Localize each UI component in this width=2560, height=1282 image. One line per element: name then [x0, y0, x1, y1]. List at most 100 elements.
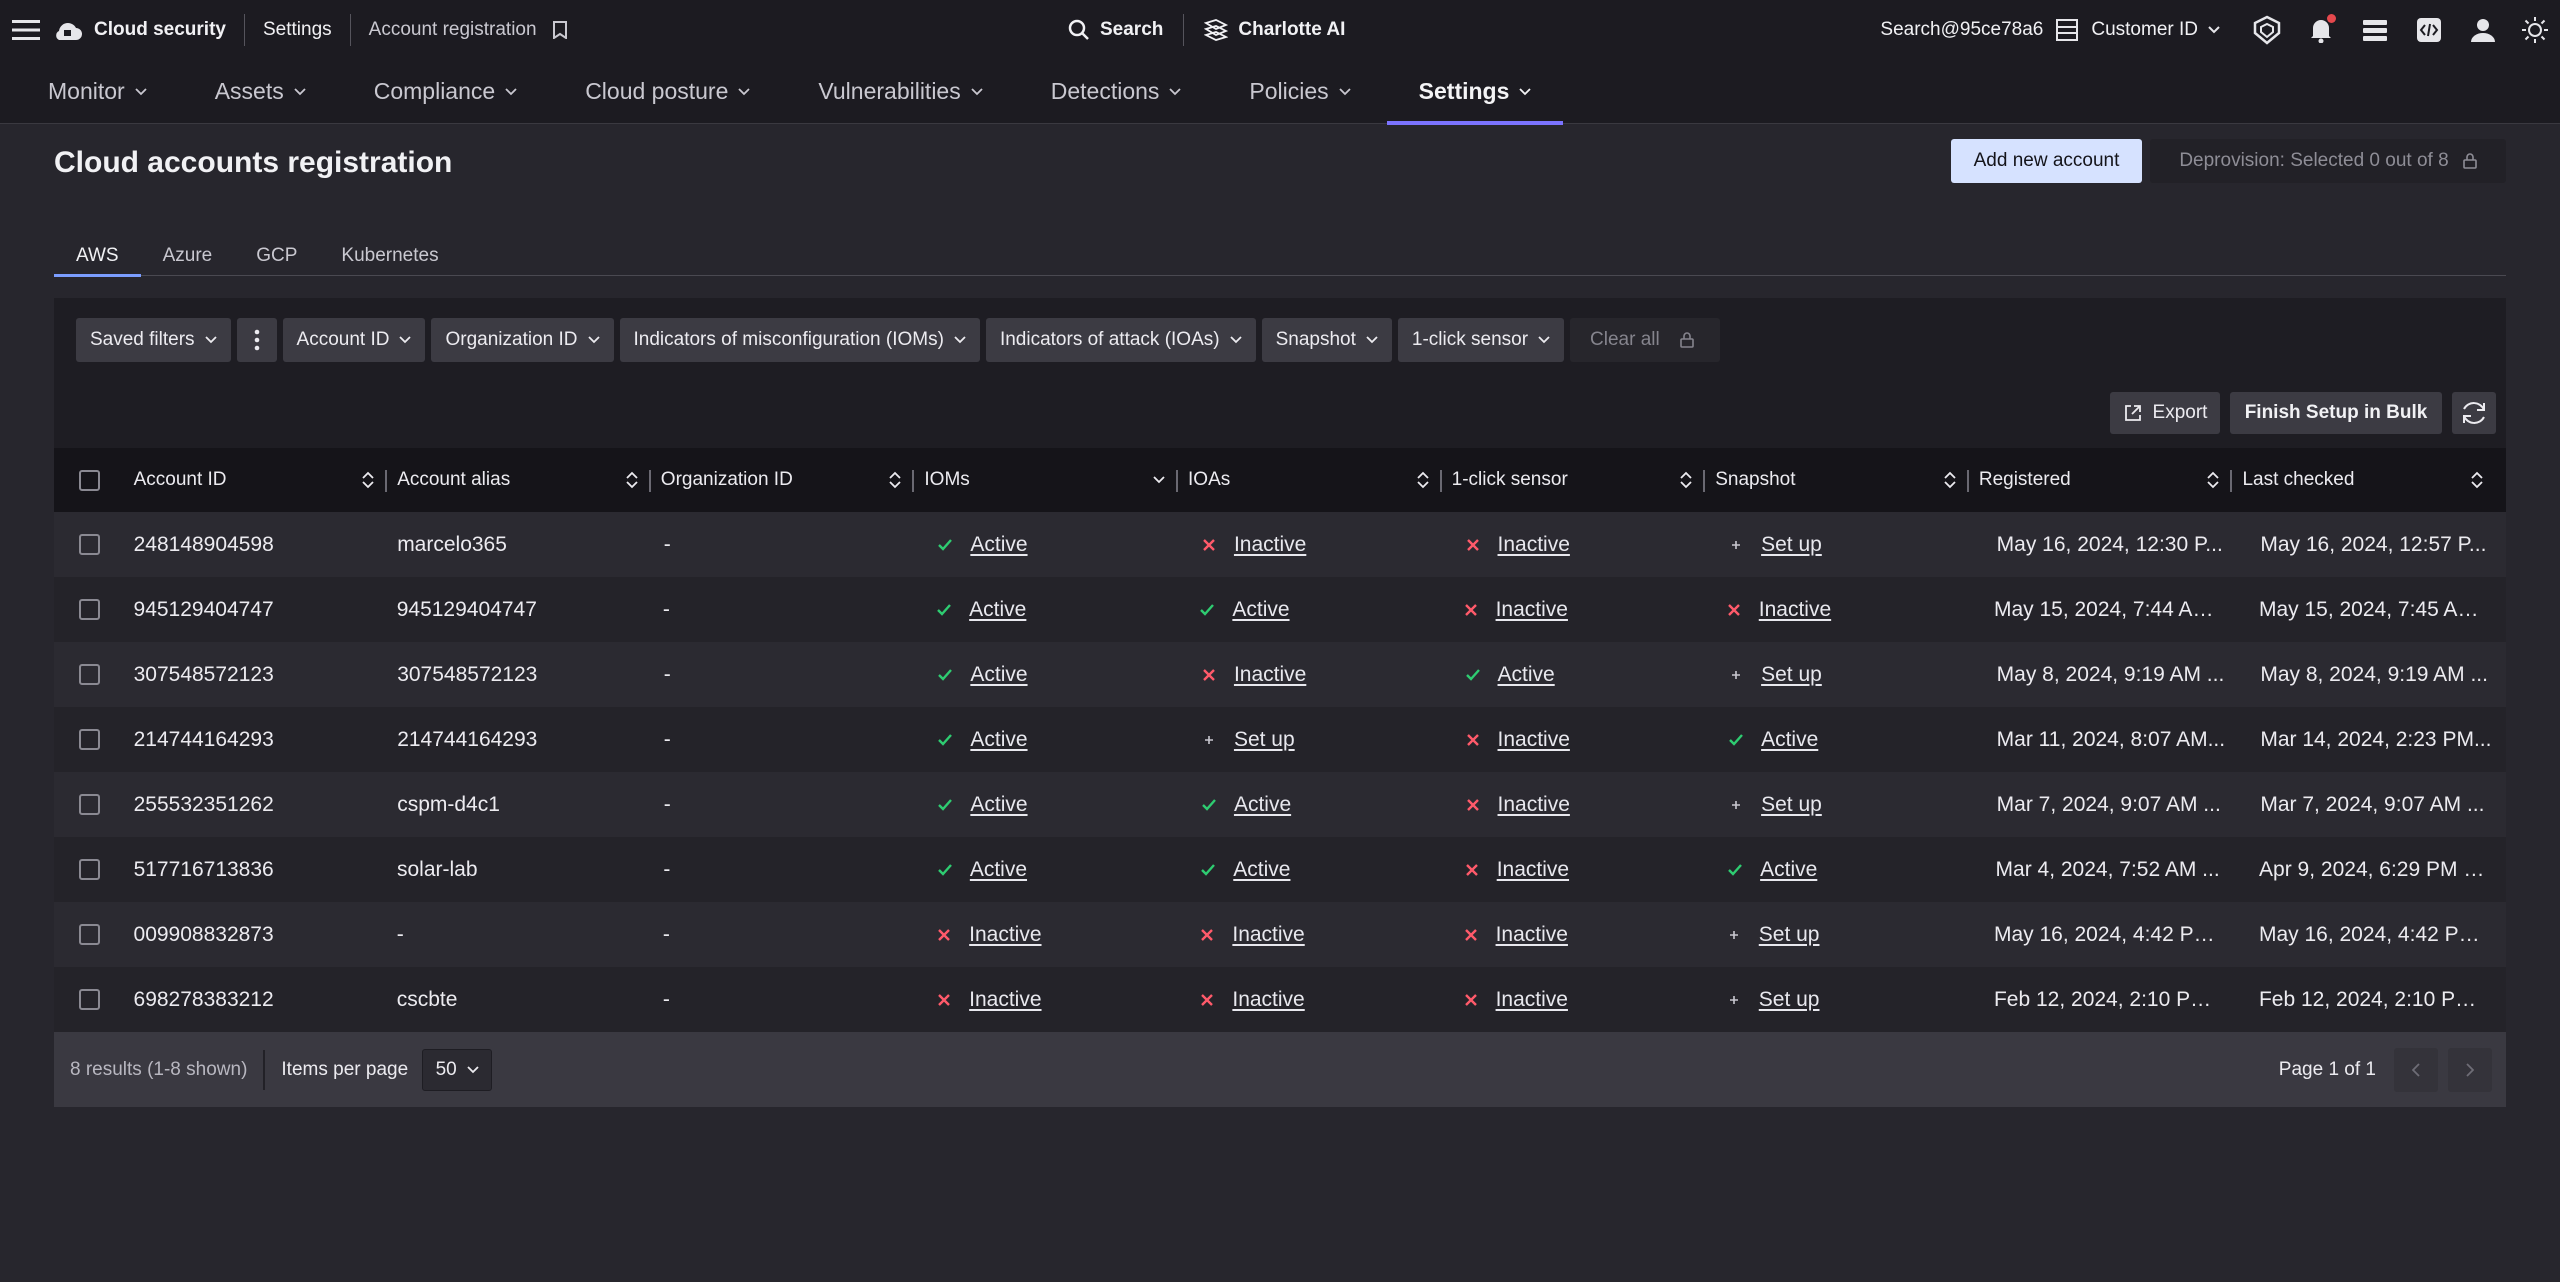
status-link-sensor[interactable]: Inactive: [1496, 923, 1568, 947]
table-row[interactable]: 698278383212 cscbte - Inactive Inactive Inact…: [54, 967, 2506, 1032]
column-header-snapshot[interactable]: Snapshot: [1703, 448, 1979, 512]
column-header-ioms[interactable]: IOMs: [912, 448, 1188, 512]
status-link-sensor[interactable]: Inactive: [1497, 858, 1569, 882]
tab-kubernetes[interactable]: Kubernetes: [319, 236, 460, 276]
column-header-1-click-sensor[interactable]: 1-click sensor: [1439, 448, 1716, 512]
filter-snapshot[interactable]: Snapshot: [1261, 318, 1392, 362]
nav-settings[interactable]: Settings: [1386, 60, 1564, 125]
nav-monitor[interactable]: Monitor: [48, 60, 179, 124]
column-divider[interactable]: [385, 470, 388, 492]
column-header-last-checked[interactable]: Last checked: [2230, 448, 2506, 512]
sort-icon[interactable]: [888, 470, 902, 490]
tab-azure[interactable]: Azure: [141, 236, 235, 276]
column-divider[interactable]: [648, 470, 651, 492]
row-checkbox[interactable]: [79, 794, 101, 815]
column-header-organization-id[interactable]: Organization ID: [648, 448, 925, 512]
charlotte-ai-button[interactable]: Charlotte AI: [1204, 19, 1345, 41]
sort-icon[interactable]: [2206, 470, 2220, 490]
status-link-sensor[interactable]: Inactive: [1498, 533, 1570, 557]
nav-policies[interactable]: Policies: [1249, 60, 1382, 124]
status-link-snapshot[interactable]: Set up: [1761, 663, 1822, 687]
status-link-ioms[interactable]: Active: [970, 728, 1027, 752]
filter-ioms[interactable]: Indicators of misconfiguration (IOMs): [619, 318, 980, 362]
prev-page-button[interactable]: [2394, 1047, 2438, 1092]
more-options-button[interactable]: [236, 318, 277, 362]
row-checkbox[interactable]: [79, 534, 101, 555]
nav-vulnerabilities[interactable]: Vulnerabilities: [818, 60, 1014, 124]
add-new-account-button[interactable]: Add new account: [1951, 139, 2142, 183]
deprovision-button[interactable]: Deprovision: Selected 0 out of 8: [2150, 139, 2506, 183]
status-link-snapshot[interactable]: Active: [1760, 858, 1817, 882]
status-link-ioms[interactable]: Active: [970, 533, 1027, 557]
table-row[interactable]: 307548572123 307548572123 - Active Inactive A…: [54, 642, 2506, 707]
row-checkbox[interactable]: [79, 924, 101, 945]
export-button[interactable]: Export: [2110, 392, 2220, 434]
theme-sun-icon[interactable]: [2510, 16, 2560, 44]
nav-assets[interactable]: Assets: [215, 60, 338, 124]
status-link-ioas[interactable]: Inactive: [1232, 988, 1304, 1012]
sort-icon[interactable]: [625, 470, 639, 490]
tab-gcp[interactable]: GCP: [234, 236, 319, 276]
status-link-snapshot[interactable]: Set up: [1759, 923, 1820, 947]
status-link-ioas[interactable]: Inactive: [1234, 533, 1306, 557]
status-link-snapshot[interactable]: Inactive: [1759, 598, 1831, 622]
filter-1-click-sensor[interactable]: 1-click sensor: [1397, 318, 1565, 362]
column-divider[interactable]: [1176, 470, 1179, 492]
nav-detections[interactable]: Detections: [1051, 60, 1214, 124]
chevron-down-icon[interactable]: [1152, 475, 1166, 485]
filter-ioas[interactable]: Indicators of attack (IOAs): [985, 318, 1256, 362]
bell-icon[interactable]: [2294, 14, 2348, 43]
status-link-ioms[interactable]: Active: [970, 858, 1027, 882]
refresh-button[interactable]: [2452, 392, 2496, 434]
table-row[interactable]: 255532351262 cspm-d4c1 - Active Active Inacti…: [54, 772, 2506, 837]
tab-aws[interactable]: AWS: [54, 236, 141, 277]
status-link-ioas[interactable]: Active: [1234, 793, 1291, 817]
status-link-snapshot[interactable]: Set up: [1761, 793, 1822, 817]
sort-icon[interactable]: [361, 470, 375, 490]
status-link-ioms[interactable]: Active: [970, 793, 1027, 817]
column-header-registered[interactable]: Registered: [1966, 448, 2243, 512]
breadcrumb-settings[interactable]: Settings: [245, 14, 351, 46]
filter-organization-id[interactable]: Organization ID: [431, 318, 614, 362]
status-link-ioms[interactable]: Inactive: [969, 923, 1041, 947]
table-row[interactable]: 248148904598 marcelo365 - Active Inactive Ina…: [54, 512, 2506, 577]
row-checkbox[interactable]: [79, 859, 101, 880]
nav-compliance[interactable]: Compliance: [374, 60, 549, 124]
table-row[interactable]: 009908832873 - - Inactive Inactive Inactive Se…: [54, 902, 2506, 967]
table-row[interactable]: 517716713836 solar-lab - Active Active Inacti…: [54, 837, 2506, 902]
row-checkbox[interactable]: [79, 989, 101, 1010]
row-checkbox[interactable]: [79, 664, 101, 685]
row-checkbox[interactable]: [79, 729, 101, 750]
status-link-sensor[interactable]: Inactive: [1496, 598, 1568, 622]
status-link-ioas[interactable]: Inactive: [1232, 923, 1304, 947]
app-brand[interactable]: Cloud security: [52, 14, 245, 46]
sort-icon[interactable]: [2470, 470, 2484, 490]
finish-setup-bulk-button[interactable]: Finish Setup in Bulk: [2230, 392, 2442, 434]
sort-icon[interactable]: [1679, 470, 1693, 490]
clear-all-button[interactable]: Clear all: [1570, 318, 1720, 362]
filter-account-id[interactable]: Account ID: [282, 318, 426, 362]
column-divider[interactable]: [2230, 470, 2233, 492]
row-checkbox[interactable]: [79, 599, 101, 620]
status-link-ioms[interactable]: Active: [969, 598, 1026, 622]
layers-icon[interactable]: [2348, 18, 2402, 42]
saved-filters-dropdown[interactable]: Saved filters: [76, 318, 231, 362]
bookmark-icon[interactable]: [552, 21, 567, 39]
table-row[interactable]: 214744164293 214744164293 - Active Set up Ina…: [54, 707, 2506, 772]
sort-icon[interactable]: [1416, 470, 1430, 490]
status-link-ioas[interactable]: Active: [1233, 858, 1290, 882]
status-link-snapshot[interactable]: Set up: [1761, 533, 1822, 557]
status-link-ioas[interactable]: Inactive: [1234, 663, 1306, 687]
status-link-ioas[interactable]: Set up: [1234, 728, 1295, 752]
status-link-snapshot[interactable]: Active: [1761, 728, 1818, 752]
sort-icon[interactable]: [1943, 470, 1957, 490]
column-header-account-alias[interactable]: Account alias: [385, 448, 661, 512]
column-divider[interactable]: [1703, 470, 1706, 492]
column-divider[interactable]: [1439, 470, 1442, 492]
status-link-sensor[interactable]: Inactive: [1498, 793, 1570, 817]
column-header-account-id[interactable]: Account ID: [134, 448, 398, 512]
code-icon[interactable]: [2402, 17, 2456, 43]
column-divider[interactable]: [1966, 470, 1969, 492]
shield-icon[interactable]: [2240, 15, 2294, 45]
column-header-ioas[interactable]: IOAs: [1176, 448, 1452, 512]
